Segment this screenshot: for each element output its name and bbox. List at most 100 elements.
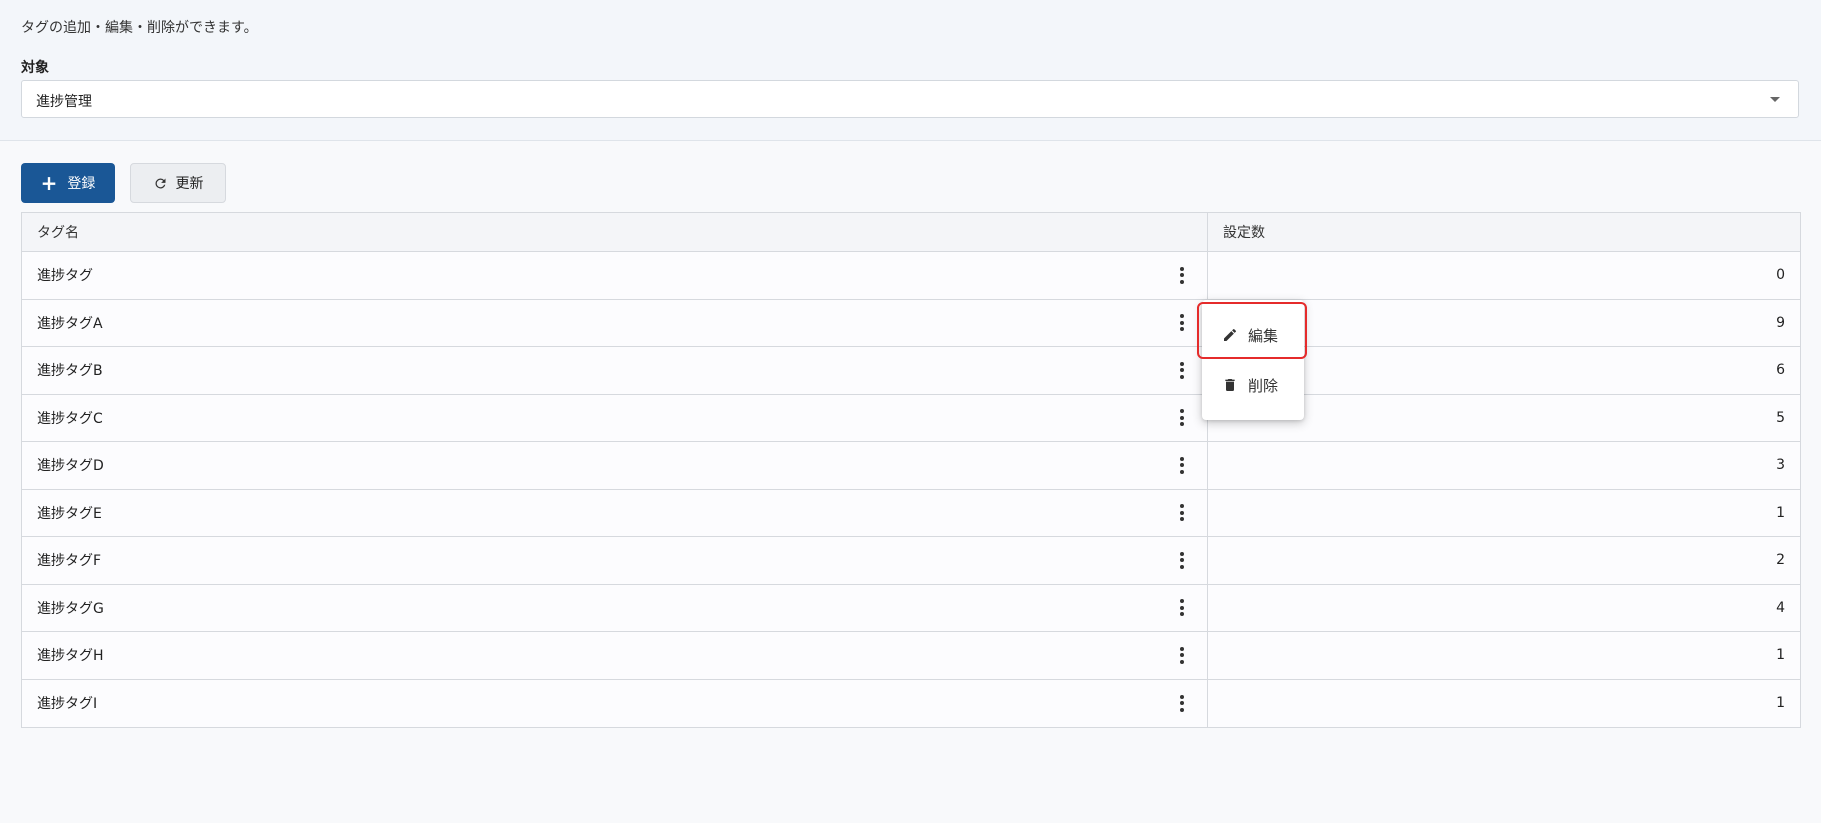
- tag-count-cell: 1: [1208, 680, 1800, 728]
- tag-count: 4: [1776, 599, 1785, 616]
- tag-count: 1: [1776, 504, 1785, 521]
- more-vert-icon[interactable]: [1174, 264, 1190, 286]
- kebab-dot: [1180, 422, 1184, 427]
- menu-item-edit[interactable]: 編集: [1202, 312, 1304, 358]
- filter-panel: タグの追加・編集・削除ができます。 対象 進捗管理: [0, 0, 1821, 141]
- table-row[interactable]: 進捗タグE 1: [22, 489, 1800, 537]
- tag-name: 進捗タグE: [37, 505, 102, 522]
- kebab-dot: [1180, 605, 1184, 610]
- kebab-dot: [1180, 361, 1184, 366]
- tag-name-cell: 進捗タグF: [22, 537, 1208, 584]
- tag-name: 進捗タグA: [37, 315, 103, 332]
- more-vert-icon[interactable]: [1174, 692, 1190, 714]
- refresh-button[interactable]: 更新: [130, 163, 226, 203]
- tag-name-cell: 進捗タグ: [22, 252, 1208, 299]
- tag-count: 3: [1776, 457, 1785, 474]
- pencil-icon: [1224, 328, 1237, 341]
- kebab-dot: [1180, 374, 1184, 379]
- table-header: タグ名 設定数: [22, 213, 1800, 252]
- tag-count: 1: [1776, 647, 1785, 664]
- kebab-dot: [1180, 415, 1184, 420]
- table-row[interactable]: 進捗タグB 6: [22, 347, 1800, 395]
- tag-name-cell: 進捗タグC: [22, 394, 1208, 441]
- kebab-dot: [1180, 368, 1184, 373]
- table-body: 進捗タグ 0 進捗タグA 9 進捗タグB 6 進捗タグC 5 進捗タグD 3 進捗タグE 1 進捗タグF…: [22, 252, 1800, 727]
- tag-count: 1: [1776, 695, 1785, 712]
- tag-name: 進捗タグD: [37, 458, 104, 475]
- table-row[interactable]: 進捗タグ 0: [22, 252, 1800, 300]
- refresh-button-label: 更新: [175, 176, 204, 192]
- register-button-label: 登録: [67, 176, 96, 192]
- more-vert-icon[interactable]: [1174, 549, 1190, 571]
- more-vert-icon[interactable]: [1174, 312, 1190, 334]
- tag-count-cell: 1: [1208, 632, 1800, 679]
- target-label: 対象: [21, 60, 49, 76]
- tag-name-cell: 進捗タグI: [22, 679, 1208, 727]
- kebab-dot: [1180, 694, 1184, 699]
- tag-name: 進捗タグF: [37, 553, 102, 570]
- table-row[interactable]: 進捗タグG 4: [22, 584, 1800, 632]
- column-header-tag-name[interactable]: タグ名: [22, 213, 1208, 251]
- kebab-dot: [1180, 504, 1184, 509]
- refresh-icon: [154, 177, 165, 188]
- more-vert-icon[interactable]: [1174, 407, 1190, 429]
- tag-count: 0: [1776, 267, 1785, 284]
- kebab-dot: [1180, 320, 1184, 325]
- tag-name-cell: 進捗タグB: [22, 347, 1208, 394]
- page-description: タグの追加・編集・削除ができます。: [21, 20, 258, 36]
- kebab-dot: [1180, 612, 1184, 617]
- kebab-dot: [1180, 646, 1184, 651]
- kebab-dot: [1180, 659, 1184, 664]
- register-button[interactable]: + 登録: [21, 163, 115, 203]
- kebab-dot: [1180, 517, 1184, 522]
- kebab-dot: [1180, 266, 1184, 271]
- kebab-dot: [1180, 558, 1184, 563]
- column-header-count[interactable]: 設定数: [1208, 213, 1800, 251]
- tag-name-cell: 進捗タグE: [22, 489, 1208, 536]
- kebab-dot: [1180, 510, 1184, 515]
- kebab-dot: [1180, 599, 1184, 604]
- more-vert-icon[interactable]: [1174, 597, 1190, 619]
- tag-name: 進捗タグH: [37, 648, 104, 665]
- menu-item-delete[interactable]: 削除: [1202, 362, 1304, 408]
- chevron-down-icon: [1770, 97, 1780, 102]
- target-select-value: 進捗管理: [36, 94, 92, 110]
- tag-count-cell: 1: [1208, 490, 1800, 537]
- tag-count-cell: 2: [1208, 537, 1800, 584]
- table-row[interactable]: 進捗タグI 1: [22, 679, 1800, 728]
- kebab-dot: [1180, 551, 1184, 556]
- kebab-dot: [1180, 327, 1184, 332]
- kebab-dot: [1180, 409, 1184, 414]
- kebab-dot: [1180, 456, 1184, 461]
- menu-item-delete-label: 削除: [1248, 376, 1279, 395]
- tag-count: 6: [1776, 362, 1785, 379]
- kebab-dot: [1180, 314, 1184, 319]
- table-row[interactable]: 進捗タグA 9: [22, 299, 1800, 347]
- menu-item-edit-label: 編集: [1248, 326, 1279, 345]
- kebab-dot: [1180, 701, 1184, 706]
- more-vert-icon[interactable]: [1174, 359, 1190, 381]
- more-vert-icon[interactable]: [1174, 454, 1190, 476]
- table-row[interactable]: 進捗タグH 1: [22, 632, 1800, 680]
- tag-table: タグ名 設定数 進捗タグ 0 進捗タグA 9 進捗タグB 6 進捗タグC 5 進捗タグD 3 進捗タ…: [21, 212, 1801, 728]
- tag-count-cell: 0: [1208, 252, 1800, 299]
- tag-count: 5: [1776, 409, 1785, 426]
- kebab-dot: [1180, 463, 1184, 468]
- tag-name-cell: 進捗タグA: [22, 299, 1208, 346]
- table-row[interactable]: 進捗タグF 2: [22, 537, 1800, 585]
- tag-name-cell: 進捗タグH: [22, 632, 1208, 679]
- more-vert-icon[interactable]: [1174, 502, 1190, 524]
- tag-name: 進捗タグB: [37, 363, 103, 380]
- kebab-dot: [1180, 707, 1184, 712]
- tag-count-cell: 4: [1208, 585, 1800, 632]
- kebab-dot: [1180, 273, 1184, 278]
- tag-name: 進捗タグ: [37, 268, 93, 285]
- tag-count: 9: [1776, 314, 1785, 331]
- kebab-dot: [1180, 564, 1184, 569]
- table-row[interactable]: 進捗タグD 3: [22, 442, 1800, 490]
- more-vert-icon[interactable]: [1174, 644, 1190, 666]
- target-select[interactable]: 進捗管理: [21, 80, 1799, 118]
- kebab-dot: [1180, 653, 1184, 658]
- tag-name: 進捗タグI: [37, 696, 98, 713]
- table-row[interactable]: 進捗タグC 5: [22, 394, 1800, 442]
